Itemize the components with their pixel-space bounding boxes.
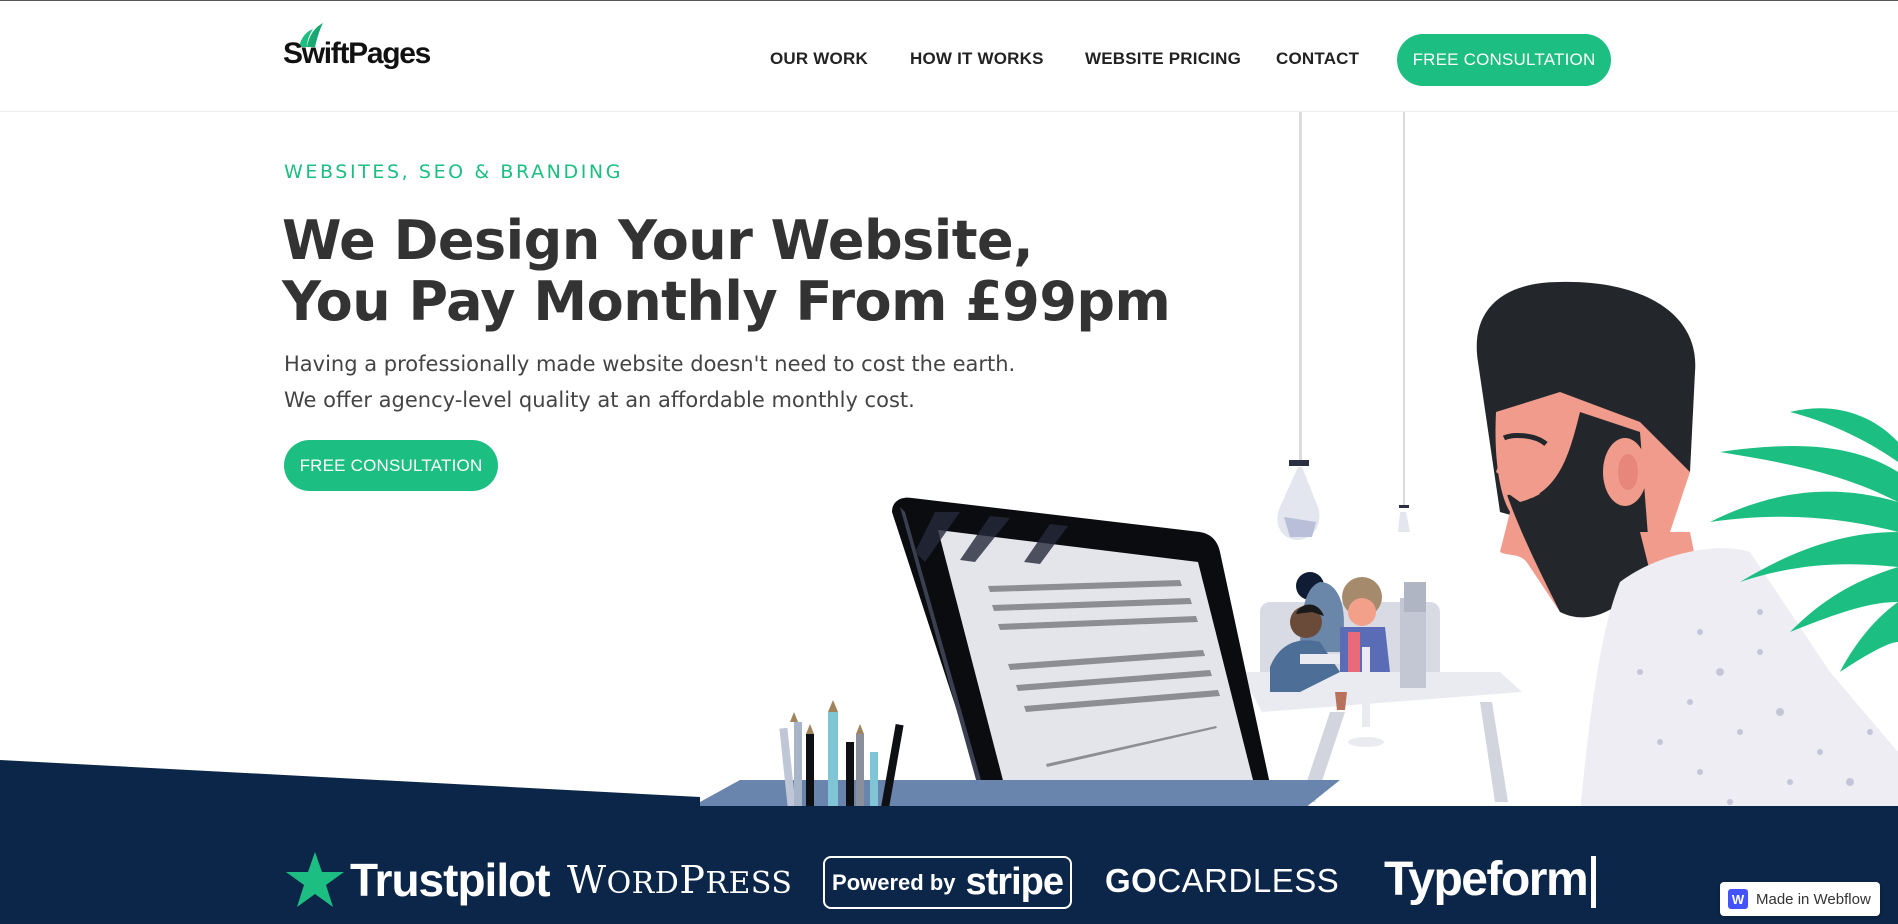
nav-link-our-work[interactable]: OUR WORK [770, 49, 868, 69]
typeform-logo: Typeform [1384, 852, 1597, 909]
nav-link-website-pricing[interactable]: WEBSITE PRICING [1085, 49, 1241, 69]
powered-by-text: Powered by [832, 869, 956, 895]
gocardless-logo: GOCARDLESS [1105, 862, 1339, 900]
stripe-text: stripe [965, 861, 1064, 903]
gocardless-go: GO [1105, 862, 1158, 899]
logo-text: SwiftPages [283, 37, 431, 70]
gocardless-rest: CARDLESS [1157, 862, 1340, 899]
top-navigation: SwiftPages OUR WORK HOW IT WORKS WEBSITE… [0, 0, 1898, 112]
nav-free-consultation-button[interactable]: FREE CONSULTATION [1397, 34, 1611, 86]
powered-by-stripe-badge: Powered by stripe [823, 856, 1072, 909]
trustpilot-text: Trustpilot [350, 854, 551, 906]
wordpress-initial-p: P [679, 858, 706, 902]
nav-link-contact[interactable]: CONTACT [1276, 49, 1359, 69]
wordpress-text-ress: RESS [705, 866, 793, 901]
typeform-cursor-icon [1591, 856, 1597, 909]
wordpress-logo: WORDPRESS [567, 858, 792, 902]
webflow-icon: W [1728, 889, 1748, 909]
wordpress-text-ord: ORD [606, 866, 680, 901]
hero-illustration [0, 112, 1898, 812]
trustpilot-logo: Trustpilot [284, 850, 551, 910]
wordpress-initial-w: W [567, 858, 607, 902]
swiftpages-logo[interactable]: SwiftPages [283, 21, 443, 77]
made-in-webflow-badge[interactable]: W Made in Webflow [1720, 882, 1880, 916]
nav-link-how-it-works[interactable]: HOW IT WORKS [910, 49, 1044, 69]
star-icon [286, 852, 344, 907]
typeform-text: Typeform [1384, 853, 1589, 906]
webflow-badge-text: Made in Webflow [1756, 890, 1871, 908]
